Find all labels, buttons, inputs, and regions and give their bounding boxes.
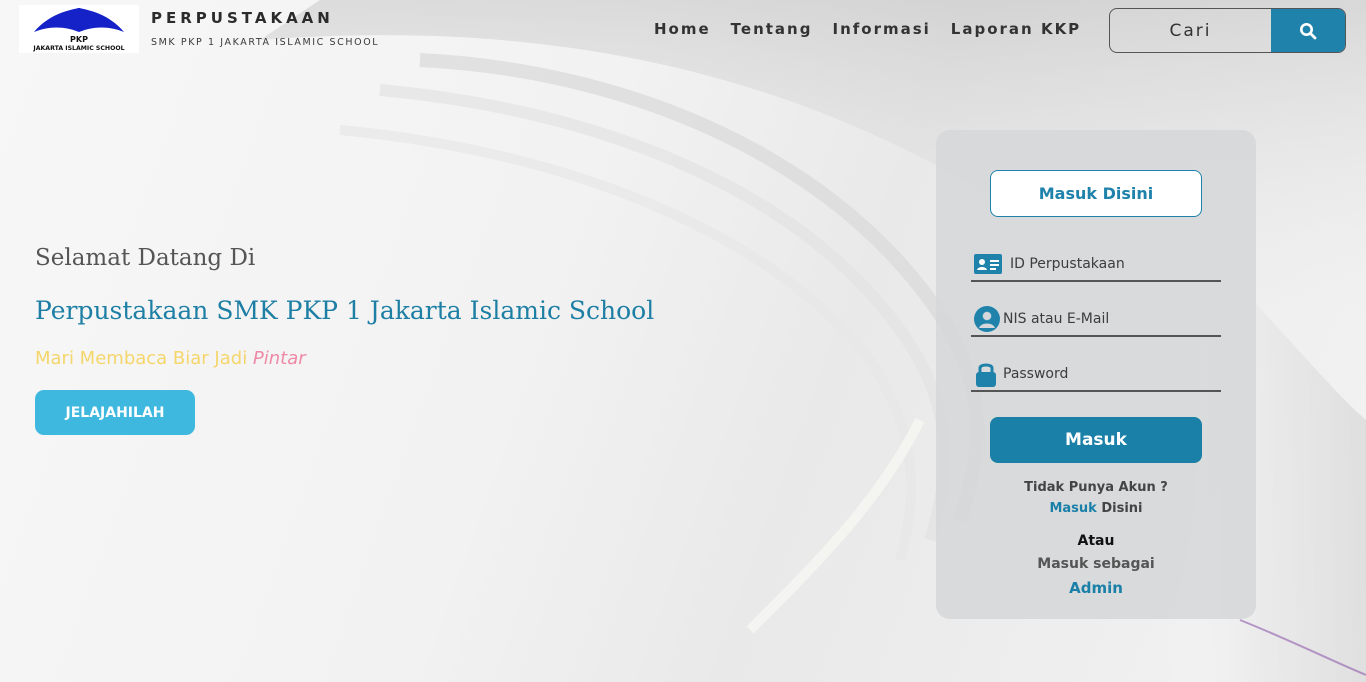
brand-subtitle: SMK PKP 1 JAKARTA ISLAMIC SCHOOL (151, 37, 380, 48)
search-input[interactable] (1110, 9, 1271, 52)
brand-title: PERPUSTAKAAN (151, 9, 334, 27)
library-id-input[interactable] (1003, 256, 1221, 272)
nav-laporan-kkp[interactable]: Laporan KKP (951, 20, 1081, 38)
register-link[interactable]: Masuk (1049, 501, 1096, 516)
password-input[interactable] (1003, 366, 1221, 382)
explore-button[interactable]: JELAJAHILAH (35, 390, 195, 435)
admin-login-link[interactable]: Admin (1069, 579, 1123, 597)
login-as-text: Masuk sebagai (1037, 556, 1155, 572)
password-field (971, 358, 1221, 392)
nav-tentang[interactable]: Tentang (731, 20, 813, 38)
register-suffix: Disini (1096, 501, 1143, 516)
lock-icon (971, 360, 1003, 388)
admin-line: Admin (936, 579, 1256, 597)
logo-text-top: PKP (70, 35, 88, 44)
nis-email-field (971, 303, 1221, 337)
main-nav: Home Tentang Informasi Laporan KKP (654, 20, 1101, 38)
library-id-field (971, 248, 1221, 282)
welcome-heading: Selamat Datang Di (35, 245, 256, 271)
nav-home[interactable]: Home (654, 20, 711, 38)
tagline: Mari Membaca Biar Jadi Pintar (35, 348, 306, 369)
search-icon (1300, 22, 1317, 39)
tagline-accent: Pintar (252, 348, 306, 369)
id-card-icon (971, 252, 1003, 276)
logo-text-bottom: JAKARTA ISLAMIC SCHOOL (32, 45, 124, 52)
search-bar (1109, 8, 1346, 53)
nis-email-input[interactable] (1003, 311, 1221, 327)
login-card: Masuk Disini ID Perpustakaan NIS atau E-… (936, 130, 1256, 619)
hero-title: Perpustakaan SMK PKP 1 Jakarta Islamic S… (35, 296, 655, 325)
tagline-main: Mari Membaca Biar Jadi (35, 348, 253, 369)
no-account-text: Tidak Punya Akun ? (1024, 480, 1168, 495)
search-button[interactable] (1271, 9, 1345, 52)
login-submit-button[interactable]: Masuk (990, 417, 1202, 463)
login-here-button[interactable]: Masuk Disini (990, 170, 1202, 217)
user-icon (971, 305, 1003, 333)
nav-informasi[interactable]: Informasi (832, 20, 930, 38)
school-logo-emblem: PKP JAKARTA ISLAMIC SCHOOL (32, 8, 125, 52)
register-line: Masuk Disini (936, 501, 1256, 516)
or-text: Atau (1077, 533, 1115, 549)
school-logo[interactable]: PKP JAKARTA ISLAMIC SCHOOL (19, 5, 139, 53)
